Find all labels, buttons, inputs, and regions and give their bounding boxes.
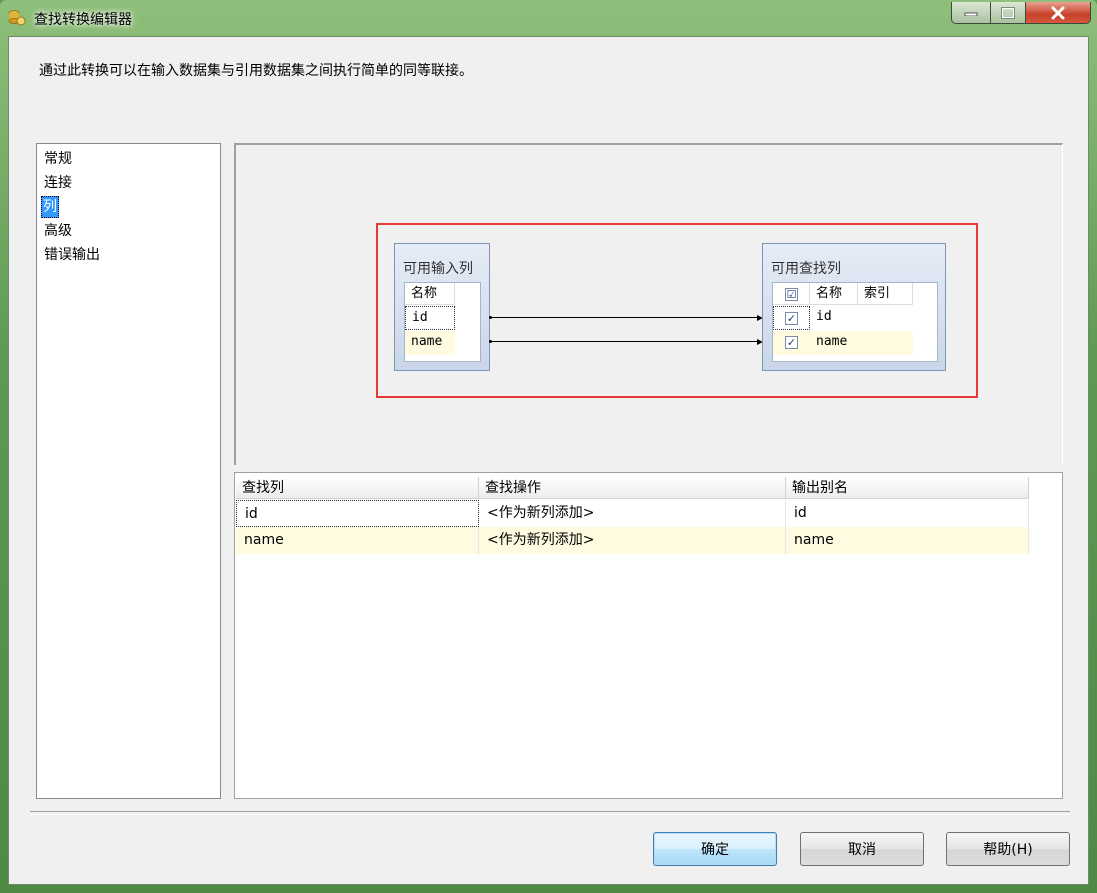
nav-list[interactable]: 常规 连接 列 高级 错误输出 — [36, 143, 221, 799]
close-icon — [1051, 6, 1065, 19]
window-title: 查找转换编辑器 — [34, 12, 132, 28]
lookup-index-id — [858, 306, 913, 330]
grid-cell-row1-output-alias[interactable]: id — [786, 500, 1029, 527]
lookup-header-index: 索引 — [858, 283, 913, 305]
nav-item-error-output[interactable]: 错误输出 — [43, 245, 101, 265]
grid-cell-row2-output-alias[interactable]: name — [786, 527, 1029, 554]
nav-item-connection[interactable]: 连接 — [43, 173, 73, 193]
close-button[interactable] — [1025, 2, 1091, 24]
ok-button[interactable]: 确定 — [653, 832, 777, 866]
lookup-index-name — [858, 331, 913, 355]
output-columns-grid[interactable]: 查找列 查找操作 输出别名 id <作为新列添加> id name <作为新列添… — [234, 472, 1063, 799]
lookup-row-id-check-cell[interactable]: ✓ — [773, 306, 810, 330]
grid-cell-row1-lookup-operation[interactable]: <作为新列添加> — [479, 500, 786, 527]
maximize-icon — [1001, 6, 1015, 19]
nav-item-columns[interactable]: 列 — [41, 196, 59, 218]
lookup-column-name[interactable]: name — [810, 331, 858, 355]
lookup-row-name-check-cell[interactable]: ✓ — [773, 331, 810, 355]
title-bar[interactable]: 查找转换编辑器 — [0, 0, 1097, 36]
input-column-id[interactable]: id — [405, 306, 455, 330]
dialog-description: 通过此转换可以在输入数据集与引用数据集之间执行简单的同等联接。 — [39, 63, 473, 79]
grid-header-lookup-operation[interactable]: 查找操作 — [479, 477, 786, 499]
lookup-app-icon — [8, 10, 26, 26]
lookup-name-checkbox[interactable]: ✓ — [785, 336, 798, 349]
grid-cell-row2-lookup-column[interactable]: name — [236, 527, 479, 554]
lookup-column-id[interactable]: id — [810, 306, 858, 330]
nav-item-general[interactable]: 常规 — [43, 149, 73, 169]
cancel-button[interactable]: 取消 — [800, 832, 924, 866]
lookup-columns-grid[interactable]: ☑ 名称 索引 ✓ id ✓ name — [772, 282, 938, 362]
grid-cell-row2-lookup-operation[interactable]: <作为新列添加> — [479, 527, 786, 554]
minimize-icon — [964, 12, 978, 16]
grid-header-lookup-column[interactable]: 查找列 — [236, 477, 479, 499]
input-columns-box[interactable]: 可用输入列 名称 id name — [394, 243, 490, 371]
help-button[interactable]: 帮助(H) — [946, 832, 1070, 866]
maximize-button[interactable] — [990, 2, 1026, 24]
lookup-header-check-cell[interactable]: ☑ — [773, 283, 810, 305]
select-all-checkbox[interactable]: ☑ — [785, 288, 798, 301]
footer-separator — [30, 811, 1070, 815]
lookup-header-name: 名称 — [810, 283, 858, 305]
input-columns-header: 名称 — [405, 283, 455, 305]
grid-cell-row1-lookup-column[interactable]: id — [236, 500, 479, 527]
lookup-columns-title: 可用查找列 — [771, 261, 841, 277]
lookup-id-checkbox[interactable]: ✓ — [785, 312, 798, 325]
lookup-columns-box[interactable]: 可用查找列 ☑ 名称 索引 ✓ id ✓ name — [762, 243, 946, 371]
input-columns-grid[interactable]: 名称 id name — [404, 282, 481, 362]
input-column-name[interactable]: name — [405, 331, 455, 355]
join-line-id[interactable] — [491, 317, 757, 318]
join-line-name[interactable] — [491, 341, 757, 342]
nav-item-advanced[interactable]: 高级 — [43, 221, 73, 241]
minimize-button[interactable] — [951, 2, 991, 24]
grid-header-output-alias[interactable]: 输出别名 — [786, 477, 1029, 499]
input-columns-title: 可用输入列 — [403, 261, 473, 277]
